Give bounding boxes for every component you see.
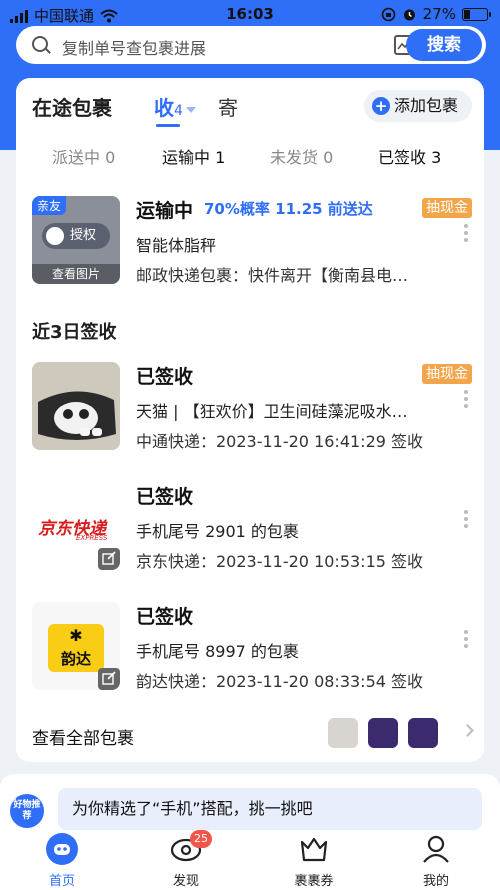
- yunda-logo-badge: ✱ 韵达: [48, 624, 104, 672]
- more-options-icon[interactable]: [464, 510, 468, 528]
- package-item-in-transit[interactable]: 亲友 授权 查看图片 运输中 70%概率 11.25 前送达 抽现金 智能体脂秤…: [32, 196, 472, 286]
- package-tabs: 在途包裹 收4 寄 + 添加包裹: [32, 90, 472, 127]
- package-tracking-detail: 邮政快递包裹：快件离开【衡南县电…: [136, 266, 409, 285]
- more-options-icon[interactable]: [464, 630, 468, 648]
- package-thumbnail[interactable]: 亲友 授权 查看图片: [32, 196, 120, 284]
- subtab-in-transit[interactable]: 运输中 1: [162, 144, 225, 168]
- package-mini-thumb: [408, 718, 438, 748]
- tab-label: 首页: [48, 874, 75, 889]
- package-item-name: 手机尾号 8997 的包裹: [136, 642, 299, 661]
- recommendation-message[interactable]: 为你精选了“手机”搭配，挑一挑吧: [58, 788, 482, 830]
- crown-icon: [300, 837, 328, 862]
- active-tab-indicator: [156, 124, 180, 127]
- chevron-right-icon: [461, 724, 474, 737]
- search-bar[interactable]: 复制单号查包裹进展 搜索: [16, 26, 486, 64]
- alarm-icon: [403, 9, 415, 20]
- jd-express-logo: 京东快递 EXPRESS: [32, 482, 120, 570]
- package-mini-thumb: [368, 718, 398, 748]
- search-input[interactable]: 复制单号查包裹进展: [62, 35, 206, 59]
- tab-label: 发现: [172, 874, 199, 889]
- yunda-logo: ✱ 韵达: [32, 602, 120, 690]
- edit-icon[interactable]: [98, 668, 120, 690]
- view-all-packages-link[interactable]: 查看全部包裹: [32, 724, 134, 749]
- subtab-not-shipped[interactable]: 未发货 0: [270, 144, 333, 168]
- package-tracking-detail: 京东快递：2023-11-20 10:53:15 签收: [136, 552, 424, 571]
- more-options-icon[interactable]: [464, 224, 468, 242]
- package-item-signed[interactable]: 已签收 抽现金 天猫 | 【狂欢价】卫生间硅藻泥吸水… 中通快递：2023-11…: [32, 362, 472, 452]
- edit-icon[interactable]: [98, 548, 120, 570]
- delivery-estimate: 70%概率 11.25 前送达: [204, 200, 373, 218]
- search-icon: [32, 36, 48, 52]
- toggle-icon: [46, 227, 64, 245]
- jd-logo-sub: EXPRESS: [76, 534, 108, 542]
- tab-discover[interactable]: 发现 25: [146, 830, 226, 889]
- tab-coupons[interactable]: 裹裹券: [274, 832, 354, 889]
- tab-label: 裹裹券: [294, 874, 334, 889]
- package-status: 已签收: [136, 486, 194, 508]
- cash-badge[interactable]: 抽现金: [422, 198, 472, 218]
- view-all-packages-row[interactable]: 查看全部包裹: [32, 718, 474, 749]
- friend-tag: 亲友: [32, 196, 67, 215]
- package-tracking-detail: 韵达快递：2023-11-20 08:33:54 签收: [136, 672, 424, 691]
- bath-mat-image: [32, 362, 120, 450]
- page-title: 在途包裹: [32, 96, 112, 120]
- battery-percent: 27%: [422, 5, 456, 23]
- tab-send[interactable]: 寄: [218, 92, 238, 121]
- status-filter-tabs: 派送中 0 运输中 1 未发货 0 已签收 3: [16, 144, 484, 168]
- package-item-name: 智能体脂秤: [136, 236, 217, 255]
- add-package-button[interactable]: + 添加包裹: [364, 90, 472, 122]
- caret-down-icon: [185, 106, 196, 113]
- bottom-tab-bar: 首页 发现 25 裹裹券 我的: [0, 830, 500, 890]
- package-card: 在途包裹 收4 寄 + 添加包裹 派送中 0 运输中 1 未发货 0 已签收 3…: [16, 78, 484, 762]
- cash-badge[interactable]: 抽现金: [422, 364, 472, 384]
- yunda-logo-text: 韵达: [60, 650, 91, 668]
- recommend-badge: 好物推荐: [10, 794, 44, 828]
- package-item-signed[interactable]: 京东快递 EXPRESS 已签收 手机尾号 2901 的包裹 京东快递：2023…: [32, 482, 472, 572]
- rotation-lock-icon: [381, 7, 395, 21]
- notification-badge: 25: [190, 830, 212, 848]
- package-tracking-detail: 中通快递：2023-11-20 16:41:29 签收: [136, 432, 424, 451]
- package-item-name: 天猫 | 【狂欢价】卫生间硅藻泥吸水…: [136, 402, 408, 421]
- authorize-button[interactable]: 授权: [42, 223, 110, 249]
- tab-label: 我的: [422, 874, 449, 889]
- subtab-delivering[interactable]: 派送中 0: [52, 144, 115, 168]
- search-button[interactable]: 搜索: [406, 29, 482, 61]
- battery-icon: [462, 7, 491, 21]
- tab-receive[interactable]: 收4: [154, 92, 196, 121]
- subtab-signed[interactable]: 已签收 3: [378, 144, 441, 168]
- package-item-name: 手机尾号 2901 的包裹: [136, 522, 299, 541]
- more-options-icon[interactable]: [464, 390, 468, 408]
- tab-home[interactable]: 首页: [22, 832, 102, 889]
- home-icon: [46, 833, 78, 865]
- receive-count: 4: [174, 103, 183, 119]
- package-thumbnail[interactable]: [32, 362, 120, 450]
- tab-profile[interactable]: 我的: [396, 832, 476, 889]
- package-item-signed[interactable]: ✱ 韵达 已签收 手机尾号 8997 的包裹 韵达快递：2023-11-20 0…: [32, 602, 472, 692]
- package-status: 已签收: [136, 606, 194, 628]
- package-status: 运输中: [136, 200, 194, 222]
- package-mini-thumb: [328, 718, 358, 748]
- profile-icon: [423, 835, 449, 863]
- package-status: 已签收: [136, 366, 194, 388]
- status-bar: 中国联通 16:03 27%: [0, 0, 500, 28]
- view-image-label[interactable]: 查看图片: [32, 264, 120, 284]
- section-title-recent: 近3日签收: [32, 322, 117, 343]
- plus-icon: +: [372, 97, 390, 115]
